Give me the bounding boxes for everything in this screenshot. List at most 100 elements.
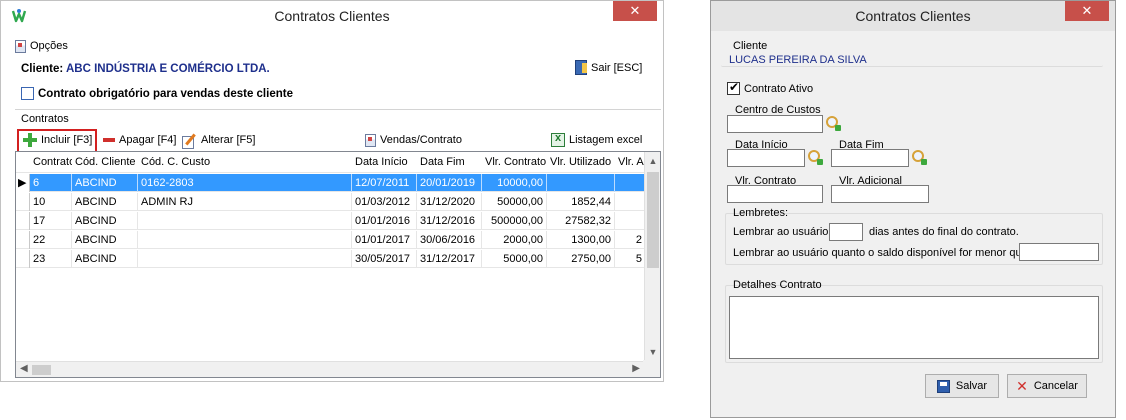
- cell-vlr-a: [615, 193, 646, 211]
- vertical-scrollbar[interactable]: ▲ ▼: [644, 152, 660, 361]
- cell-contrato: 10: [30, 193, 72, 211]
- exit-door-icon: [575, 60, 587, 75]
- cell-fim: 20/01/2019: [417, 174, 482, 192]
- search-icon[interactable]: [807, 149, 825, 167]
- cell-custo: [138, 231, 352, 249]
- remind-days-prefix: Lembrar ao usuário: [733, 226, 829, 238]
- checkbox-box[interactable]: [21, 87, 34, 100]
- save-button[interactable]: Salvar: [925, 374, 999, 398]
- column-header[interactable]: Cód. Cliente: [72, 152, 138, 173]
- column-header[interactable]: Vlr. Contrato: [482, 152, 547, 173]
- cell-vlr-a: [615, 174, 646, 192]
- table-row[interactable]: 22 ABCIND 01/01/2017 30/06/2016 2000,00 …: [16, 231, 646, 249]
- floppy-disk-icon: [936, 379, 950, 393]
- exit-label: Sair [ESC]: [591, 61, 643, 74]
- scroll-thumb[interactable]: [647, 172, 659, 268]
- edit-label: Alterar [F5]: [201, 134, 256, 146]
- details-textarea[interactable]: [729, 296, 1099, 359]
- column-header[interactable]: Vlr. A: [615, 152, 646, 173]
- cell-vlr-a: 2: [615, 231, 646, 249]
- cell-custo: [138, 250, 352, 268]
- start-date-input[interactable]: [727, 149, 805, 167]
- table-row[interactable]: 17 ABCIND 01/01/2016 31/12/2016 500000,0…: [16, 212, 646, 230]
- search-icon[interactable]: [825, 115, 843, 133]
- cancel-label: Cancelar: [1033, 380, 1078, 392]
- cost-center-input[interactable]: [727, 115, 823, 133]
- scroll-right-icon[interactable]: ▶: [632, 363, 640, 374]
- client-group-label: Cliente: [733, 40, 768, 52]
- close-button[interactable]: ✕: [1065, 1, 1109, 21]
- window-title: Contratos Clientes: [855, 8, 971, 24]
- cell-inicio: 12/07/2011: [352, 174, 417, 192]
- table-row[interactable]: 23 ABCIND 30/05/2017 31/12/2017 5000,00 …: [16, 250, 646, 268]
- end-date-input[interactable]: [831, 149, 909, 167]
- cell-vlr-utilizado: 1852,44: [547, 193, 615, 211]
- table-row[interactable]: 10 ABCIND ADMIN RJ 01/03/2012 31/12/2020…: [16, 193, 646, 211]
- cell-fim: 31/12/2016: [417, 212, 482, 230]
- options-menu[interactable]: Opções: [15, 37, 68, 55]
- cell-cliente: ABCIND: [72, 193, 138, 211]
- close-button[interactable]: ✕: [613, 1, 657, 21]
- cell-vlr-a: [615, 212, 646, 230]
- cell-custo: ADMIN RJ: [138, 193, 352, 211]
- cell-cliente: ABCIND: [72, 250, 138, 268]
- cell-fim: 31/12/2020: [417, 193, 482, 211]
- excel-list-button[interactable]: Listagem excel: [551, 131, 642, 149]
- document-icon: [365, 133, 376, 147]
- contracts-grid[interactable]: Contrato Cód. Cliente Cód. C. Custo Data…: [15, 151, 661, 378]
- cell-custo: [138, 212, 352, 230]
- details-label: Detalhes Contrato: [733, 279, 822, 291]
- scroll-down-icon[interactable]: ▼: [645, 347, 661, 357]
- save-label: Salvar: [955, 380, 988, 392]
- remind-days-input[interactable]: [829, 223, 863, 241]
- column-header[interactable]: Cód. C. Custo: [138, 152, 352, 173]
- plus-icon: [23, 133, 37, 147]
- cell-vlr-contrato: 50000,00: [482, 193, 547, 211]
- checkbox-box[interactable]: [727, 80, 740, 95]
- sales-contract-button[interactable]: Vendas/Contrato: [365, 131, 462, 149]
- cell-cliente: ABCIND: [72, 231, 138, 249]
- scroll-left-icon[interactable]: ◀: [20, 363, 28, 374]
- remind-balance-label: Lembrar ao usuário quanto o saldo dispon…: [733, 247, 1028, 259]
- client-label: Cliente:: [21, 63, 64, 75]
- options-label: Opções: [30, 40, 68, 52]
- row-indicator: [16, 193, 30, 211]
- cell-inicio: 01/01/2016: [352, 212, 417, 230]
- window-title: Contratos Clientes: [274, 8, 390, 24]
- cell-vlr-utilizado: 27582,32: [547, 212, 615, 230]
- active-contract-checkbox[interactable]: Contrato Ativo: [727, 80, 814, 95]
- table-row[interactable]: ▶ 6 ABCIND 0162-2803 12/07/2011 20/01/20…: [16, 174, 646, 192]
- client-name: LUCAS PEREIRA DA SILVA: [729, 54, 867, 66]
- column-header[interactable]: Contrato: [30, 152, 72, 173]
- search-icon[interactable]: [911, 149, 929, 167]
- cancel-button[interactable]: ✕ Cancelar: [1007, 374, 1087, 398]
- column-header[interactable]: Vlr. Utilizado: [547, 152, 615, 173]
- add-button[interactable]: Incluir [F3]: [23, 131, 92, 149]
- column-header[interactable]: Data Início: [352, 152, 417, 173]
- row-indicator: [16, 212, 30, 230]
- contract-edit-window: Contratos Clientes ✕ Cliente LUCAS PEREI…: [710, 0, 1116, 418]
- cell-custo: 0162-2803: [138, 174, 352, 192]
- cell-vlr-utilizado: 2750,00: [547, 250, 615, 268]
- column-header[interactable]: Data Fim: [417, 152, 482, 173]
- delete-button[interactable]: Apagar [F4]: [103, 131, 176, 149]
- cell-cliente: ABCIND: [72, 212, 138, 230]
- excel-list-label: Listagem excel: [569, 134, 643, 146]
- contract-value-input[interactable]: [727, 185, 823, 203]
- cell-vlr-contrato: 10000,00: [482, 174, 547, 192]
- scroll-up-icon[interactable]: ▲: [645, 156, 661, 166]
- mandatory-contract-checkbox[interactable]: Contrato obrigatório para vendas deste c…: [21, 87, 293, 100]
- client-info: Cliente: ABC INDÚSTRIA E COMÉRCIO LTDA.: [21, 63, 270, 75]
- cell-contrato: 6: [30, 174, 72, 192]
- contracts-section-label: Contratos: [21, 113, 69, 125]
- cell-inicio: 30/05/2017: [352, 250, 417, 268]
- edit-button[interactable]: Alterar [F5]: [181, 131, 255, 149]
- active-contract-label: Contrato Ativo: [744, 82, 814, 95]
- horizontal-scrollbar[interactable]: ◀ ▶: [16, 361, 644, 377]
- remind-balance-input[interactable]: [1019, 243, 1099, 261]
- scroll-thumb[interactable]: [32, 365, 51, 375]
- excel-icon: [551, 132, 565, 147]
- additional-value-input[interactable]: [831, 185, 929, 203]
- exit-button[interactable]: Sair [ESC]: [575, 60, 642, 75]
- client-name: ABC INDÚSTRIA E COMÉRCIO LTDA.: [65, 63, 270, 75]
